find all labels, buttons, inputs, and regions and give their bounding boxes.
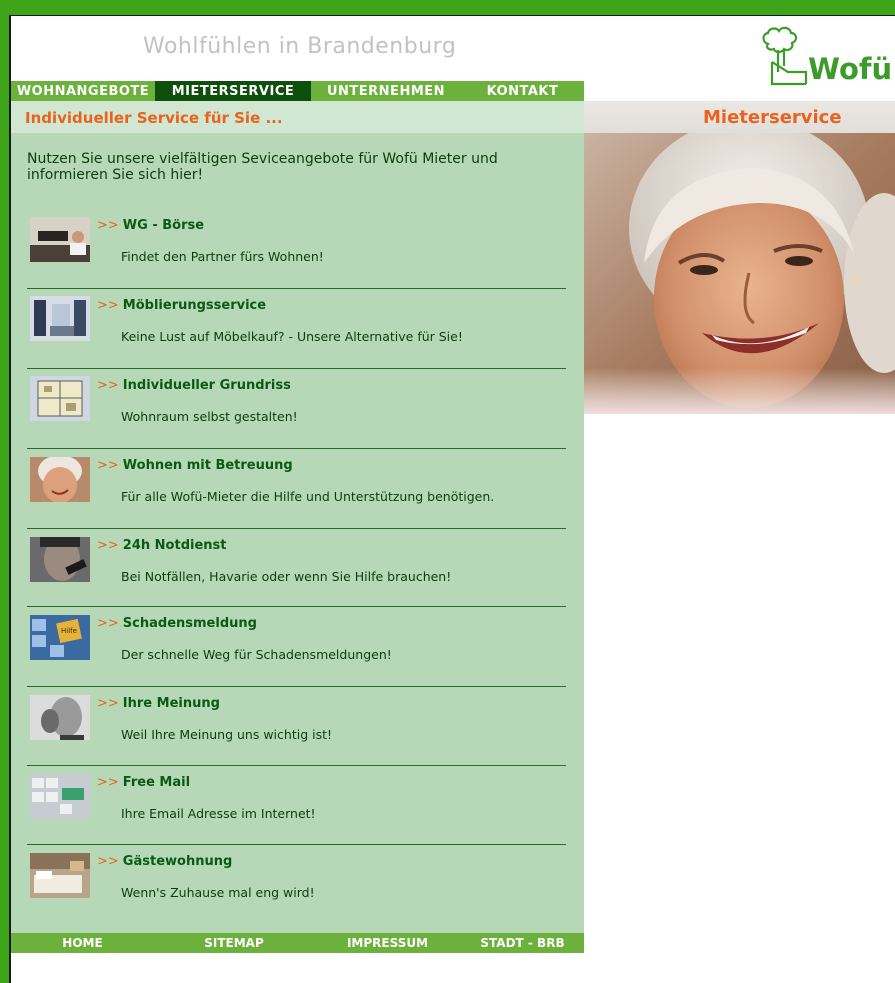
- service-gaestewohnung: >> Gästewohnung Wenn's Zuhause mal eng wi…: [11, 851, 584, 931]
- arrow-icon: >>: [97, 458, 119, 473]
- section-title: Individueller Service für Sie ...: [25, 109, 283, 127]
- service-desc: Wohnraum selbst gestalten!: [121, 409, 298, 424]
- floor-plan-thumbnail[interactable]: [30, 376, 90, 421]
- logo-wordmark: Wofü: [808, 52, 893, 86]
- service-desc: Ihre Email Adresse im Internet!: [121, 806, 316, 821]
- footer-stadt-brb-link[interactable]: STADT - BRB: [461, 933, 584, 953]
- service-wg-boerse: >> WG - Börse Findet den Partner fürs Woh…: [11, 215, 584, 295]
- hero-title: Mieterservice: [703, 107, 842, 128]
- service-label: WG - Börse: [122, 218, 205, 233]
- arrow-icon: >>: [97, 298, 119, 313]
- divider: [27, 288, 566, 289]
- left-brand-bar: [0, 0, 9, 983]
- arrow-icon: >>: [97, 775, 119, 790]
- service-title-moeblierungsservice[interactable]: >> Möblierungsservice: [97, 298, 266, 313]
- keyboard-thumbnail[interactable]: [30, 774, 90, 819]
- top-border-line: [9, 15, 895, 16]
- service-desc: Der schnelle Weg für Schadensmeldungen!: [121, 647, 392, 662]
- arrow-icon: >>: [97, 218, 119, 233]
- divider: [27, 686, 566, 687]
- service-label: Schadensmeldung: [122, 616, 257, 631]
- service-label: Individueller Grundriss: [122, 378, 291, 393]
- service-24h-notdienst: >> 24h Notdienst Bei Notfällen, Havarie o…: [11, 535, 584, 615]
- service-label: Ihre Meinung: [122, 696, 220, 711]
- footer-navigation: HOME SITEMAP IMPRESSUM STADT - BRB: [11, 933, 584, 953]
- service-label: Free Mail: [122, 775, 191, 790]
- section-header: Individueller Service für Sie ...: [11, 101, 584, 133]
- service-title-wohnen-mit-betreuung[interactable]: >> Wohnen mit Betreuung: [97, 458, 293, 473]
- service-desc: Findet den Partner fürs Wohnen!: [121, 249, 324, 264]
- footer-sitemap-link[interactable]: SITEMAP: [154, 933, 314, 953]
- help-key-thumbnail[interactable]: Hilfe: [30, 615, 90, 660]
- footer-impressum-link[interactable]: IMPRESSUM: [314, 933, 461, 953]
- nav-unternehmen[interactable]: UNTERNEHMEN: [311, 81, 461, 101]
- service-ihre-meinung: >> Ihre Meinung Weil Ihre Meinung uns wic…: [11, 693, 584, 773]
- service-label: Gästewohnung: [122, 854, 233, 869]
- guest-bedroom-thumbnail[interactable]: [30, 853, 90, 898]
- service-title-wg-boerse[interactable]: >> WG - Börse: [97, 218, 204, 233]
- service-label: Wohnen mit Betreuung: [122, 458, 293, 473]
- nav-mieterservice[interactable]: MIETERSERVICE: [155, 81, 311, 101]
- svg-text:Hilfe: Hilfe: [61, 627, 77, 635]
- divider: [27, 844, 566, 845]
- divider: [27, 765, 566, 766]
- divider: [27, 448, 566, 449]
- shared-flat-thumbnail[interactable]: [30, 217, 90, 262]
- service-desc: Bei Notfällen, Havarie oder wenn Sie Hil…: [121, 569, 452, 584]
- arrow-icon: >>: [97, 538, 119, 553]
- service-label: 24h Notdienst: [122, 538, 227, 553]
- top-brand-bar: [0, 0, 895, 15]
- arrow-icon: >>: [97, 616, 119, 631]
- service-desc: Wenn's Zuhause mal eng wird!: [121, 885, 315, 900]
- service-desc: Keine Lust auf Möbelkauf? - Unsere Alter…: [121, 329, 463, 344]
- man-listening-thumbnail[interactable]: [30, 695, 90, 740]
- hero-photo-smiling-woman: [584, 133, 895, 414]
- divider: [27, 528, 566, 529]
- service-desc: Weil Ihre Meinung uns wichtig ist!: [121, 727, 332, 742]
- service-individueller-grundriss: >> Individueller Grundriss Wohnraum selbs…: [11, 375, 584, 455]
- man-on-phone-thumbnail[interactable]: [30, 537, 90, 582]
- service-title-24h-notdienst[interactable]: >> 24h Notdienst: [97, 538, 226, 553]
- service-title-individueller-grundriss[interactable]: >> Individueller Grundriss: [97, 378, 291, 393]
- nav-wohnangebote[interactable]: WOHNANGEBOTE: [11, 81, 155, 101]
- service-title-ihre-meinung[interactable]: >> Ihre Meinung: [97, 696, 220, 711]
- service-title-schadensmeldung[interactable]: >> Schadensmeldung: [97, 616, 257, 631]
- services-panel: Nutzen Sie unsere vielfältigen Seviceang…: [11, 133, 584, 933]
- site-tagline: Wohlfühlen in Brandenburg: [143, 34, 457, 59]
- service-free-mail: >> Free Mail Ihre Email Adresse im Intern…: [11, 772, 584, 852]
- main-navigation: WOHNANGEBOTE MIETERSERVICE UNTERNEHMEN K…: [11, 81, 584, 101]
- service-wohnen-mit-betreuung: >> Wohnen mit Betreuung Für alle Wofü-Mie…: [11, 455, 584, 535]
- service-desc: Für alle Wofü-Mieter die Hilfe und Unter…: [121, 489, 495, 504]
- furnished-room-thumbnail[interactable]: [30, 296, 90, 341]
- service-title-gaestewohnung[interactable]: >> Gästewohnung: [97, 854, 232, 869]
- service-moeblierungsservice: >> Möblierungsservice Keine Lust auf Möbe…: [11, 295, 584, 375]
- arrow-icon: >>: [97, 696, 119, 711]
- intro-text: Nutzen Sie unsere vielfältigen Seviceang…: [27, 151, 498, 183]
- wofu-logo[interactable]: Wofü: [758, 26, 895, 90]
- service-title-free-mail[interactable]: >> Free Mail: [97, 775, 190, 790]
- service-label: Möblierungsservice: [122, 298, 267, 313]
- divider: [27, 606, 566, 607]
- elderly-woman-thumbnail[interactable]: [30, 455, 90, 503]
- nav-kontakt[interactable]: KONTAKT: [461, 81, 584, 101]
- arrow-icon: >>: [97, 854, 119, 869]
- hero-header: Mieterservice: [584, 101, 895, 133]
- divider: [27, 368, 566, 369]
- arrow-icon: >>: [97, 378, 119, 393]
- service-schadensmeldung: Hilfe >> Schadensmeldung Der schnelle Weg…: [11, 613, 584, 693]
- footer-home-link[interactable]: HOME: [11, 933, 154, 953]
